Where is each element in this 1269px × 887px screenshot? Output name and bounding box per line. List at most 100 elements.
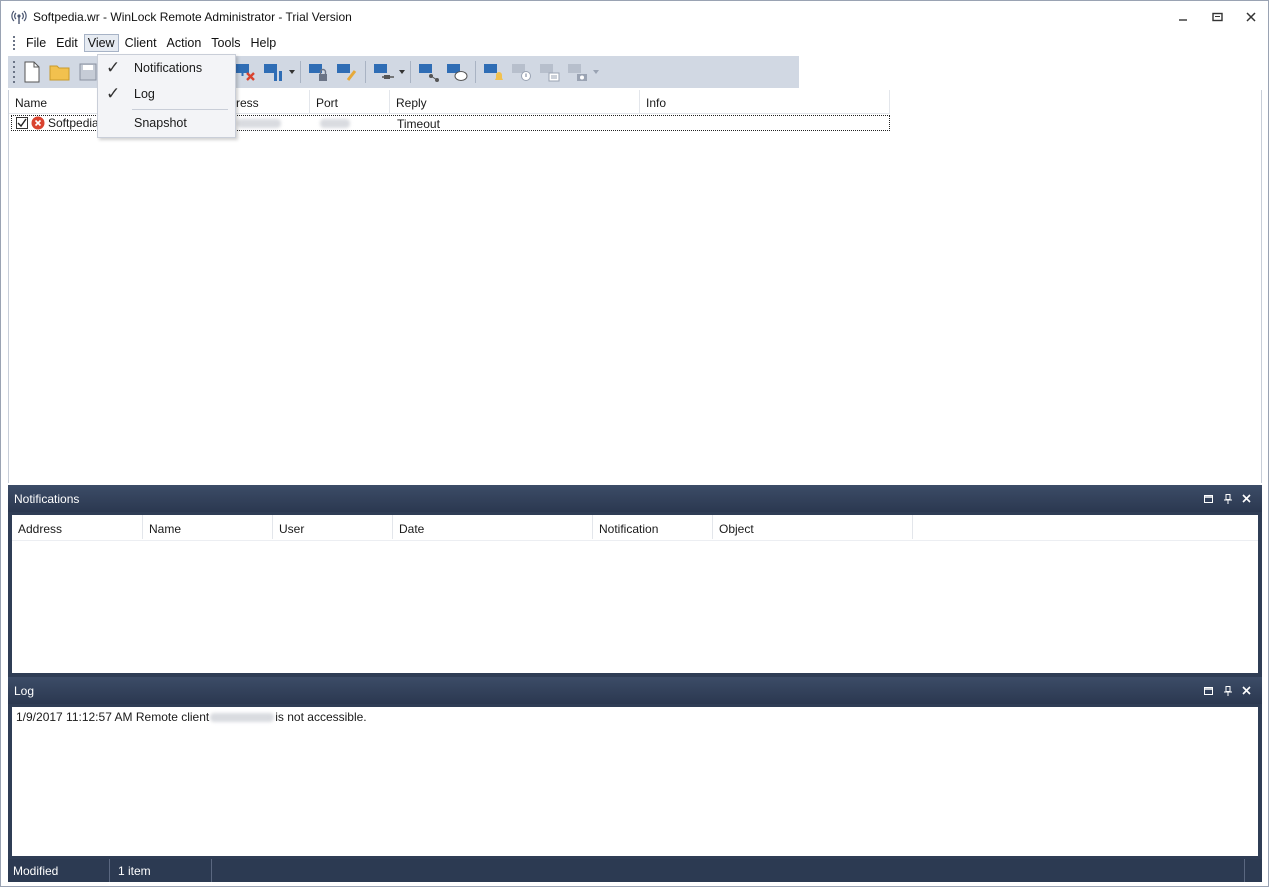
float-window-icon	[1204, 494, 1213, 503]
client-address-redacted	[237, 119, 281, 128]
remove-icon	[540, 64, 560, 82]
menu-help[interactable]: Help	[246, 34, 280, 52]
column-header-address[interactable]: Address	[12, 515, 143, 539]
notifications-panel-header: Notifications	[8, 485, 1262, 512]
column-header-name[interactable]: Name	[143, 515, 273, 539]
network-icon	[419, 64, 439, 82]
menu-separator	[132, 109, 228, 110]
column-header-info[interactable]: Info	[640, 90, 890, 114]
log-entry-prefix: 1/9/2017 11:12:57 AM Remote client	[16, 710, 210, 724]
close-icon	[1242, 686, 1251, 695]
log-close-button[interactable]	[1237, 683, 1256, 699]
column-header-object[interactable]: Object	[713, 515, 913, 539]
new-file-icon	[24, 61, 40, 83]
toolbar-separator	[410, 61, 411, 83]
column-header-reply[interactable]: Reply	[390, 90, 640, 114]
pin-icon	[1223, 685, 1232, 696]
power-icon	[374, 64, 394, 79]
log-pin-button[interactable]	[1218, 683, 1237, 699]
menu-action[interactable]: Action	[163, 34, 206, 52]
client-reply: Timeout	[397, 117, 440, 131]
new-file-button[interactable]	[18, 58, 46, 86]
error-status-icon	[31, 116, 45, 130]
menu-bar: File Edit View Client Action Tools Help	[1, 32, 1268, 54]
disconnect-button[interactable]	[232, 58, 260, 86]
message-button[interactable]	[443, 58, 471, 86]
log-entry: 1/9/2017 11:12:57 AM Remote client is no…	[12, 707, 1258, 727]
restore-icon	[1211, 12, 1223, 21]
warning-icon	[512, 64, 531, 81]
client-name: Softpedia	[48, 116, 99, 130]
clients-grid[interactable]: Name ress Port Reply Info Softpedia Time…	[8, 90, 1262, 483]
toolbar-separator	[365, 61, 366, 83]
alert-button[interactable]	[480, 58, 508, 86]
log-panel-title: Log	[14, 683, 35, 698]
minimize-button[interactable]	[1166, 1, 1200, 32]
log-list[interactable]: 1/9/2017 11:12:57 AM Remote client is no…	[12, 707, 1258, 856]
screenshot-button	[564, 58, 592, 86]
view-menu-item-snapshot[interactable]: Snapshot	[98, 111, 235, 135]
power-dropdown-arrow[interactable]	[398, 58, 406, 86]
checkmark-icon	[17, 118, 27, 128]
notifications-pin-button[interactable]	[1218, 491, 1237, 507]
menu-client[interactable]: Client	[121, 34, 161, 52]
notifications-panel-title: Notifications	[14, 491, 80, 506]
pin-icon	[1223, 493, 1232, 504]
menu-file[interactable]: File	[22, 34, 50, 52]
column-header-date[interactable]: Date	[393, 515, 593, 539]
column-header-notification[interactable]: Notification	[593, 515, 713, 539]
notifications-close-button[interactable]	[1237, 491, 1256, 507]
log-float-button[interactable]	[1199, 683, 1218, 699]
power-button[interactable]	[370, 58, 398, 86]
window-title: Softpedia.wr - WinLock Remote Administra…	[33, 9, 352, 24]
log-panel-header: Log	[8, 677, 1262, 704]
menu-tools[interactable]: Tools	[207, 34, 244, 52]
app-antenna-icon	[11, 9, 27, 25]
toolbar-separator	[475, 61, 476, 83]
column-header-address[interactable]: ress	[230, 90, 310, 114]
column-header-port[interactable]: Port	[310, 90, 390, 114]
float-window-icon	[1204, 686, 1213, 695]
toolbar-grip-handle[interactable]	[10, 61, 18, 83]
save-icon	[79, 63, 97, 81]
log-entry-suffix: is not accessible.	[275, 710, 367, 724]
alert-icon	[484, 64, 503, 80]
menu-grip-handle[interactable]	[7, 35, 21, 51]
close-button[interactable]	[1234, 1, 1268, 32]
close-icon	[1242, 494, 1251, 503]
network-button[interactable]	[415, 58, 443, 86]
title-bar: Softpedia.wr - WinLock Remote Administra…	[1, 1, 1268, 32]
menu-edit[interactable]: Edit	[52, 34, 82, 52]
pause-icon	[264, 64, 282, 81]
checkmark-icon: ✓	[106, 84, 121, 103]
menu-view[interactable]: View	[83, 34, 119, 52]
unlock-icon	[337, 64, 357, 81]
screenshot-icon	[568, 64, 587, 81]
unlock-button[interactable]	[333, 58, 361, 86]
status-item-count: 1 item	[110, 859, 212, 882]
disconnect-icon	[236, 64, 255, 81]
notifications-list[interactable]: Address Name User Date Notification Obje…	[12, 515, 1258, 673]
pause-button[interactable]	[260, 58, 288, 86]
checkmark-icon: ✓	[106, 58, 121, 77]
message-icon	[447, 64, 468, 81]
open-folder-button[interactable]	[46, 58, 74, 86]
chevron-down-icon	[399, 70, 405, 74]
chevron-down-icon	[593, 70, 599, 74]
notifications-header: Address Name User Date Notification Obje…	[12, 515, 1258, 541]
lock-button[interactable]	[305, 58, 333, 86]
status-modified: Modified	[8, 859, 110, 882]
resize-grip[interactable]	[1244, 859, 1262, 882]
notifications-float-button[interactable]	[1199, 491, 1218, 507]
pause-dropdown-arrow[interactable]	[288, 58, 296, 86]
app-window: Softpedia.wr - WinLock Remote Administra…	[0, 0, 1269, 887]
warning-button	[508, 58, 536, 86]
view-menu-item-log[interactable]: ✓ Log	[98, 82, 235, 106]
chevron-down-icon	[289, 70, 295, 74]
maximize-button[interactable]	[1200, 1, 1234, 32]
status-bar: Modified 1 item	[8, 859, 1262, 882]
column-header-user[interactable]: User	[273, 515, 393, 539]
row-checkbox[interactable]	[16, 117, 28, 129]
close-icon	[1246, 11, 1256, 22]
view-menu-item-notifications[interactable]: ✓ Notifications	[98, 56, 235, 80]
